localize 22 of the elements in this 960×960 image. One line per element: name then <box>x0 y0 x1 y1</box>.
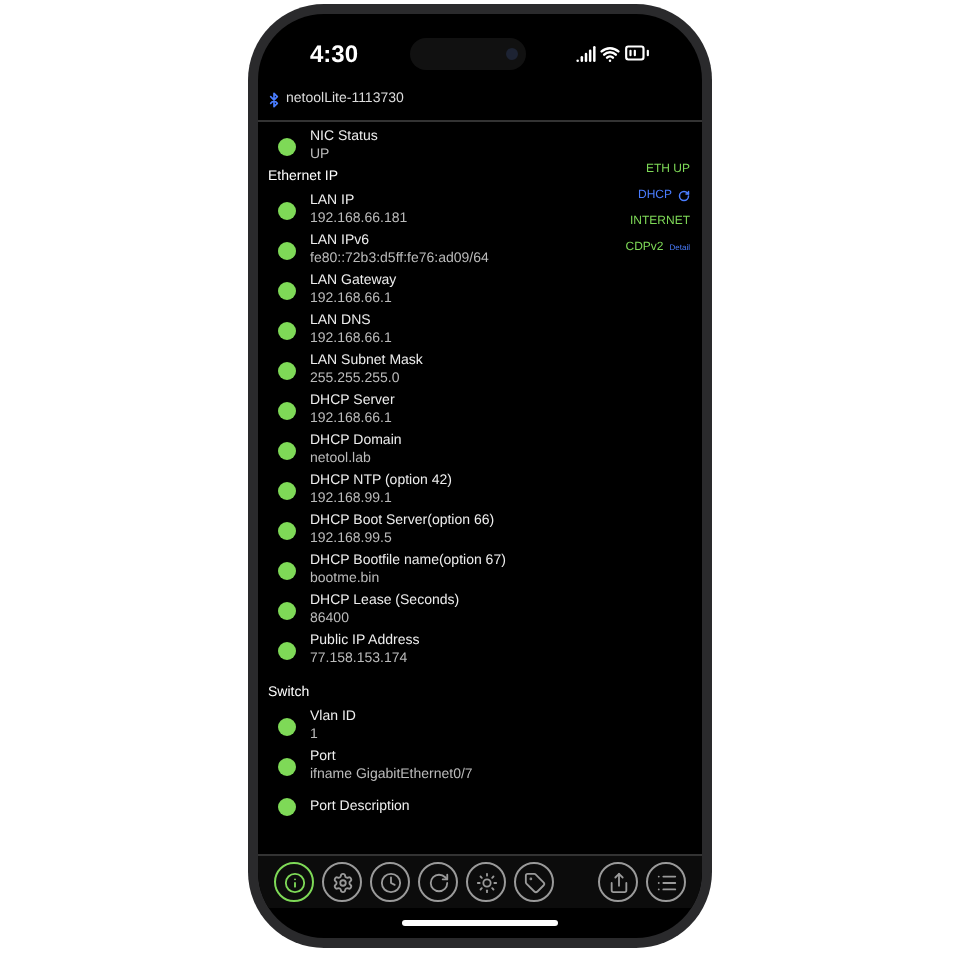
settings-icon <box>331 871 353 893</box>
camera-island <box>409 37 526 69</box>
sun-icon <box>475 871 497 893</box>
tag-icon <box>523 871 545 893</box>
toolbar-button[interactable] <box>646 862 686 902</box>
toolbar-button[interactable] <box>322 862 362 902</box>
toolbar-button[interactable] <box>370 862 410 902</box>
bluetooth-icon <box>266 92 282 108</box>
refresh-icon <box>427 871 449 893</box>
clock-icon <box>379 871 401 893</box>
clock-time: 4:30 <box>310 37 359 71</box>
info-icon <box>283 871 305 893</box>
toolbar-button[interactable] <box>514 862 554 902</box>
battery-icon <box>624 40 650 66</box>
toolbar-button[interactable] <box>418 862 458 902</box>
toolbar-button[interactable] <box>598 862 638 902</box>
share-icon <box>607 871 629 893</box>
toolbar-button[interactable] <box>274 862 314 902</box>
signal-icon <box>576 43 596 63</box>
toolbar-button[interactable] <box>466 862 506 902</box>
wifi-icon <box>600 43 620 63</box>
refresh-icon <box>678 190 690 202</box>
